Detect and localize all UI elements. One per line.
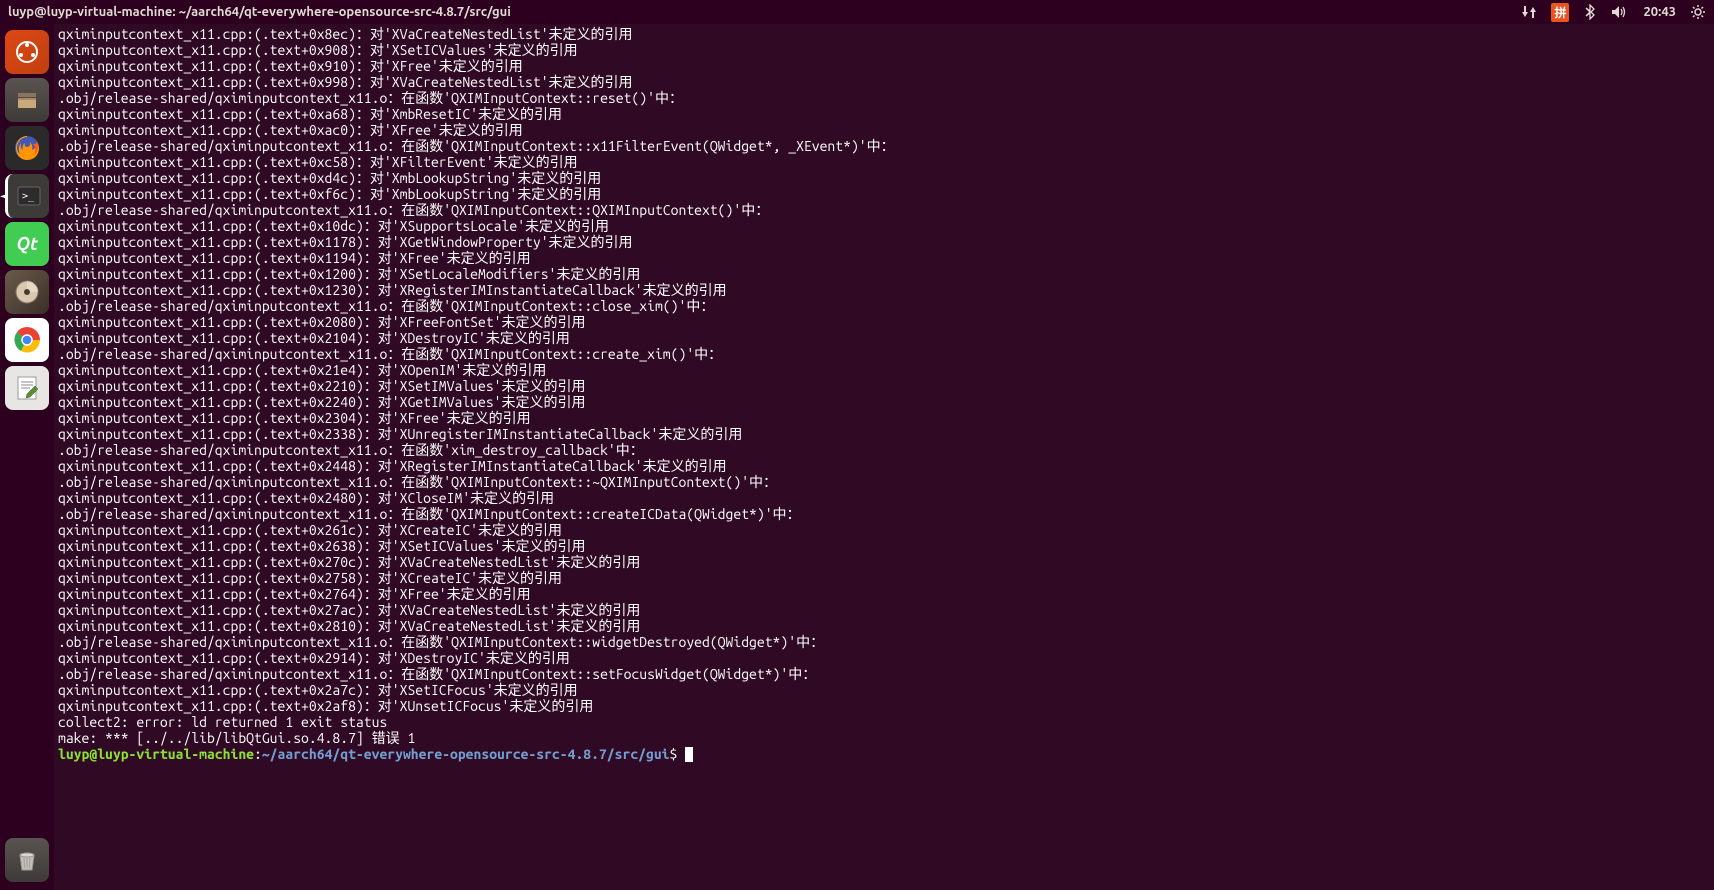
terminal-line: qximinputcontext_x11.cpp:(.text+0xa68)：对… xyxy=(58,106,1710,122)
terminal-line: qximinputcontext_x11.cpp:(.text+0x261c)：… xyxy=(58,522,1710,538)
terminal-line: qximinputcontext_x11.cpp:(.text+0x998)：对… xyxy=(58,74,1710,90)
top-menubar: luyp@luyp-virtual-machine: ~/aarch64/qt-… xyxy=(0,0,1714,24)
terminal-line: qximinputcontext_x11.cpp:(.text+0x2480)：… xyxy=(58,490,1710,506)
terminal-prompt[interactable]: luyp@luyp-virtual-machine:~/aarch64/qt-e… xyxy=(58,746,1710,762)
prompt-dollar: $ xyxy=(670,746,686,762)
terminal-line: qximinputcontext_x11.cpp:(.text+0x1200)：… xyxy=(58,266,1710,282)
terminal-line: qximinputcontext_x11.cpp:(.text+0xac0)：对… xyxy=(58,122,1710,138)
terminal-line: qximinputcontext_x11.cpp:(.text+0x2764)：… xyxy=(58,586,1710,602)
svg-text:>_: >_ xyxy=(22,191,35,202)
clock[interactable]: 20:43 xyxy=(1643,5,1676,19)
gear-icon[interactable] xyxy=(1690,4,1706,20)
prompt-sep: : xyxy=(254,746,262,762)
terminal-line: qximinputcontext_x11.cpp:(.text+0x1230)：… xyxy=(58,282,1710,298)
terminal-line: .obj/release-shared/qximinputcontext_x11… xyxy=(58,90,1710,106)
language-indicator[interactable]: 拼 xyxy=(1551,3,1569,22)
dash-icon[interactable] xyxy=(5,30,49,74)
terminal-line: .obj/release-shared/qximinputcontext_x11… xyxy=(58,442,1710,458)
terminal-line: qximinputcontext_x11.cpp:(.text+0x270c)：… xyxy=(58,554,1710,570)
terminal-line: qximinputcontext_x11.cpp:(.text+0x10dc)：… xyxy=(58,218,1710,234)
file-manager-icon[interactable] xyxy=(5,78,49,122)
volume-icon[interactable] xyxy=(1611,4,1629,20)
terminal-line: collect2: error: ld returned 1 exit stat… xyxy=(58,714,1710,730)
terminal-line: qximinputcontext_x11.cpp:(.text+0xd4c)：对… xyxy=(58,170,1710,186)
terminal-line: qximinputcontext_x11.cpp:(.text+0x2304)：… xyxy=(58,410,1710,426)
terminal-line: .obj/release-shared/qximinputcontext_x11… xyxy=(58,202,1710,218)
text-editor-icon[interactable] xyxy=(5,366,49,410)
terminal-icon[interactable]: >_ xyxy=(5,174,49,218)
terminal-line: .obj/release-shared/qximinputcontext_x11… xyxy=(58,474,1710,490)
terminal-output: qximinputcontext_x11.cpp:(.text+0x8ec)：对… xyxy=(54,24,1714,764)
cursor xyxy=(685,747,693,762)
terminal-line: qximinputcontext_x11.cpp:(.text+0x2810)：… xyxy=(58,618,1710,634)
terminal-line: qximinputcontext_x11.cpp:(.text+0x2a7c)：… xyxy=(58,682,1710,698)
network-icon[interactable] xyxy=(1521,4,1537,20)
title-text: luyp@luyp-virtual-machine: ~/aarch64/qt-… xyxy=(8,5,511,19)
terminal-line: qximinputcontext_x11.cpp:(.text+0x2758)：… xyxy=(58,570,1710,586)
terminal-line: qximinputcontext_x11.cpp:(.text+0x2080)：… xyxy=(58,314,1710,330)
terminal-line: qximinputcontext_x11.cpp:(.text+0x910)：对… xyxy=(58,58,1710,74)
terminal-line: qximinputcontext_x11.cpp:(.text+0x27ac)：… xyxy=(58,602,1710,618)
terminal-line: .obj/release-shared/qximinputcontext_x11… xyxy=(58,298,1710,314)
qt-creator-icon[interactable]: Qt xyxy=(5,222,49,266)
terminal-line: .obj/release-shared/qximinputcontext_x11… xyxy=(58,506,1710,522)
terminal-line: qximinputcontext_x11.cpp:(.text+0x908)：对… xyxy=(58,42,1710,58)
terminal-line: qximinputcontext_x11.cpp:(.text+0x21e4)：… xyxy=(58,362,1710,378)
terminal-line: make: *** [../../lib/libQtGui.so.4.8.7] … xyxy=(58,730,1710,746)
chrome-icon[interactable] xyxy=(5,318,49,362)
window-title: luyp@luyp-virtual-machine: ~/aarch64/qt-… xyxy=(8,5,511,19)
terminal-line: .obj/release-shared/qximinputcontext_x11… xyxy=(58,346,1710,362)
prompt-userhost: luyp@luyp-virtual-machine xyxy=(58,746,254,762)
terminal-line: qximinputcontext_x11.cpp:(.text+0x1194)：… xyxy=(58,250,1710,266)
terminal-line: qximinputcontext_x11.cpp:(.text+0x1178)：… xyxy=(58,234,1710,250)
firefox-icon[interactable] xyxy=(5,126,49,170)
trash-icon[interactable] xyxy=(5,838,49,882)
terminal-line: qximinputcontext_x11.cpp:(.text+0x2af8)：… xyxy=(58,698,1710,714)
terminal-line: qximinputcontext_x11.cpp:(.text+0xf6c)：对… xyxy=(58,186,1710,202)
terminal-line: qximinputcontext_x11.cpp:(.text+0x2210)：… xyxy=(58,378,1710,394)
terminal-line: qximinputcontext_x11.cpp:(.text+0x2914)：… xyxy=(58,650,1710,666)
prompt-path: ~/aarch64/qt-everywhere-opensource-src-4… xyxy=(262,746,670,762)
terminal-window[interactable]: qximinputcontext_x11.cpp:(.text+0x8ec)：对… xyxy=(54,24,1714,890)
terminal-line: qximinputcontext_x11.cpp:(.text+0x2448)：… xyxy=(58,458,1710,474)
system-tray: 拼 20:43 xyxy=(1521,3,1706,22)
qt-label: Qt xyxy=(16,234,37,254)
terminal-line: qximinputcontext_x11.cpp:(.text+0x2104)：… xyxy=(58,330,1710,346)
terminal-line: qximinputcontext_x11.cpp:(.text+0x2240)：… xyxy=(58,394,1710,410)
terminal-line: .obj/release-shared/qximinputcontext_x11… xyxy=(58,138,1710,154)
terminal-line: qximinputcontext_x11.cpp:(.text+0x8ec)：对… xyxy=(58,26,1710,42)
terminal-line: .obj/release-shared/qximinputcontext_x11… xyxy=(58,634,1710,650)
launcher-bar: >_ Qt xyxy=(0,24,54,890)
terminal-line: qximinputcontext_x11.cpp:(.text+0x2338)：… xyxy=(58,426,1710,442)
terminal-line: qximinputcontext_x11.cpp:(.text+0x2638)：… xyxy=(58,538,1710,554)
bluetooth-icon[interactable] xyxy=(1583,4,1597,20)
disc-icon[interactable] xyxy=(5,270,49,314)
terminal-line: .obj/release-shared/qximinputcontext_x11… xyxy=(58,666,1710,682)
terminal-line: qximinputcontext_x11.cpp:(.text+0xc58)：对… xyxy=(58,154,1710,170)
